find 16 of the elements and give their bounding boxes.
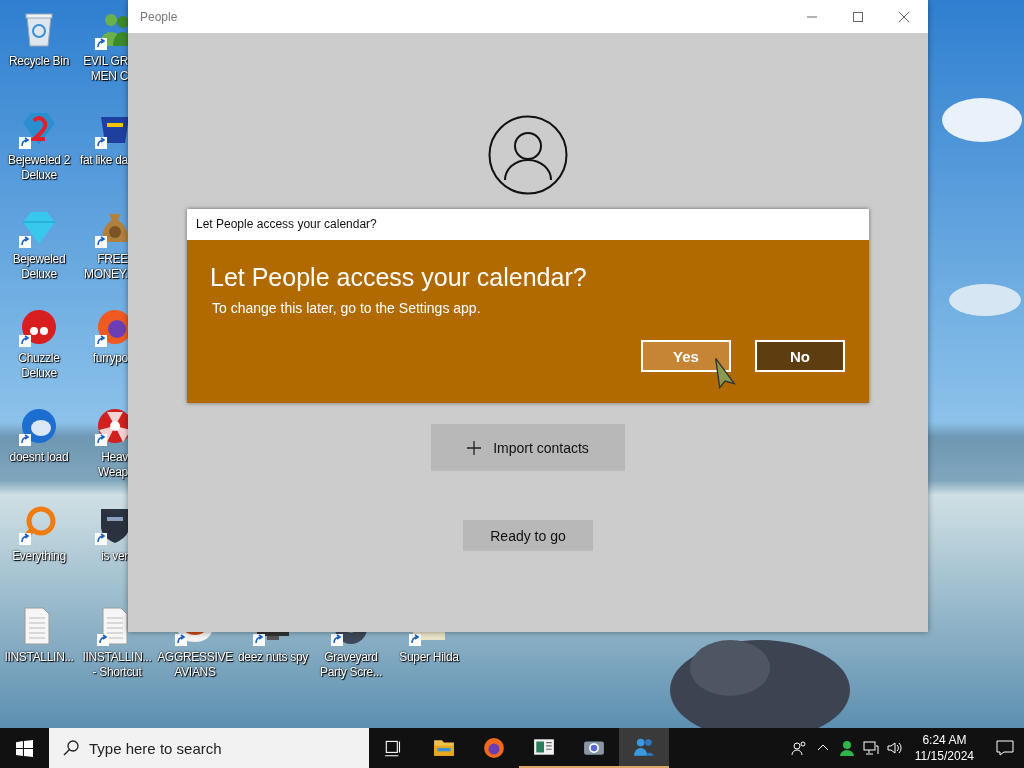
dialog-heading: Let People access your calendar?	[210, 262, 588, 293]
ready-button[interactable]: Ready to go	[463, 520, 593, 551]
import-contacts-button[interactable]: Import contacts	[431, 424, 625, 471]
dialog-button[interactable]: No	[755, 340, 845, 372]
clock-date: 11/15/2024	[914, 748, 974, 764]
dialog-title: Let People access your calendar?	[187, 209, 869, 240]
clock-time: 6:24 AM	[922, 732, 967, 748]
icon-label[interactable]: Graveyard Party Scre...	[319, 650, 383, 680]
search-field[interactable]: Type here to search	[49, 728, 369, 768]
dialog-button[interactable]: Yes	[641, 340, 731, 372]
clock[interactable]: 6:24 AM 11/15/2024	[910, 732, 978, 764]
window-title: People	[140, 9, 178, 24]
icon-label[interactable]: Super Hilda	[399, 650, 459, 665]
dialog-message: To change this later, go to the Settings app.	[211, 300, 482, 316]
icon-label[interactable]: AGGRESSIVE AVIANS	[157, 650, 233, 680]
icon-label[interactable]: deez nuts spy	[237, 650, 309, 665]
